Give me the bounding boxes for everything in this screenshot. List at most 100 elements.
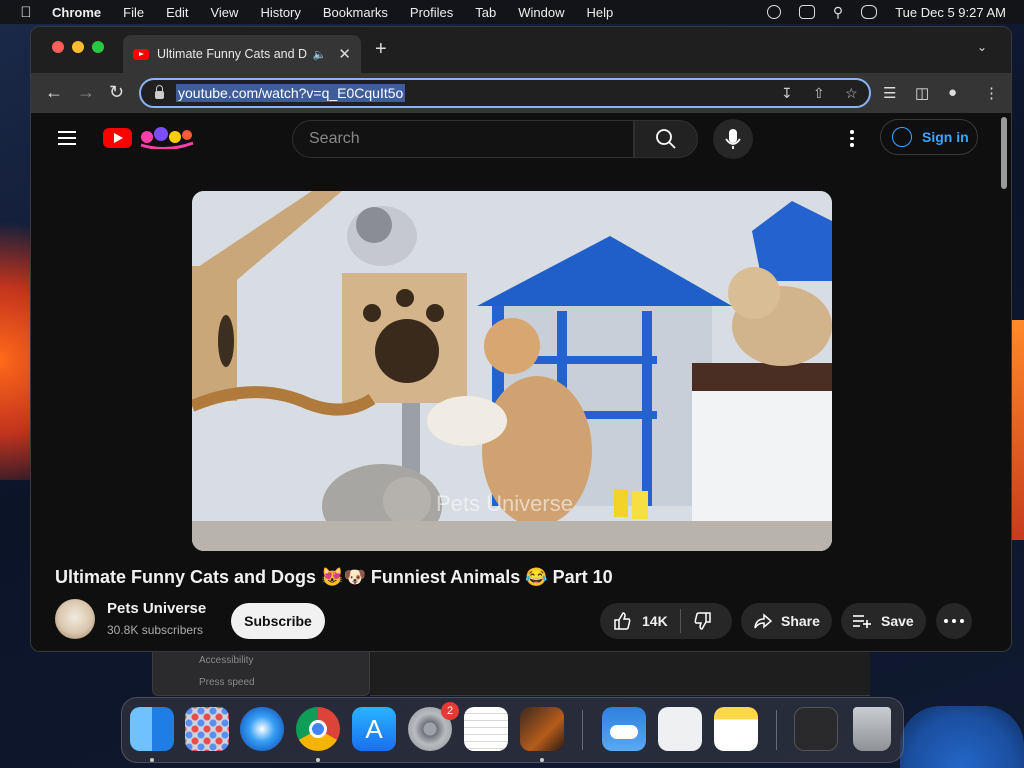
- media-controls-icon[interactable]: ☰: [883, 84, 896, 102]
- media-play-icon[interactable]: [766, 5, 781, 19]
- menu-app-name[interactable]: Chrome: [52, 5, 112, 20]
- settings-more-icon[interactable]: [850, 130, 854, 150]
- menu-view[interactable]: View: [199, 5, 249, 20]
- microphone-icon: [725, 129, 741, 149]
- menu-bar:  Chrome File Edit View History Bookmark…: [0, 0, 1024, 24]
- video-title: Ultimate Funny Cats and Dogs 😻🐶 Funniest…: [55, 567, 613, 587]
- notification-badge: 2: [441, 702, 459, 720]
- video-watermark: Pets Universe: [436, 491, 573, 516]
- running-indicator: [316, 758, 320, 762]
- spotlight-search-icon[interactable]: ⚲: [833, 4, 843, 21]
- dock-separator: [776, 710, 777, 750]
- forward-icon[interactable]: →: [77, 82, 95, 103]
- save-playlist-icon: [853, 615, 871, 628]
- browser-toolbar: ← → ↻ youtube.com/watch?v=q_E0CquIt5o ↧ …: [31, 73, 1011, 113]
- menu-bookmarks[interactable]: Bookmarks: [312, 5, 399, 20]
- install-app-icon[interactable]: ↧: [781, 85, 793, 102]
- notes-icon[interactable]: [714, 707, 758, 751]
- close-tab-icon[interactable]: ✕: [338, 45, 351, 63]
- channel-avatar[interactable]: [55, 599, 95, 639]
- browser-tab[interactable]: Ultimate Funny Cats and Dogs 🔈 ✕: [123, 35, 361, 73]
- minimize-window-button[interactable]: [72, 41, 84, 53]
- search-button[interactable]: [634, 120, 698, 158]
- url-text[interactable]: youtube.com/watch?v=q_E0CquIt5o: [176, 84, 406, 102]
- system-information-icon[interactable]: [658, 707, 702, 751]
- sign-in-button[interactable]: Sign in: [880, 119, 978, 155]
- youtube-favicon-icon: [133, 48, 149, 60]
- more-actions-button[interactable]: [936, 603, 972, 639]
- menu-profiles[interactable]: Profiles: [399, 5, 464, 20]
- address-bar[interactable]: youtube.com/watch?v=q_E0CquIt5o ↧ ⇧ ☆: [139, 78, 871, 108]
- new-tab-icon[interactable]: +: [375, 38, 387, 61]
- guide-menu-icon[interactable]: [58, 131, 76, 149]
- tab-strip: Ultimate Funny Cats and Dogs 🔈 ✕ + ⌄: [31, 27, 1011, 73]
- subscribe-button[interactable]: Subscribe: [231, 603, 325, 639]
- lock-icon[interactable]: [155, 85, 164, 99]
- reload-icon[interactable]: ↻: [109, 82, 124, 103]
- sign-in-label: Sign in: [922, 129, 969, 145]
- tab-search-chevron-icon[interactable]: ⌄: [977, 40, 987, 54]
- window-switcher-icon[interactable]: [798, 5, 815, 19]
- menu-file[interactable]: File: [112, 5, 155, 20]
- menu-edit[interactable]: Edit: [155, 5, 199, 20]
- like-dislike-group: 14K: [600, 603, 732, 639]
- search-box: [292, 120, 634, 158]
- search-icon: [656, 129, 676, 149]
- chrome-window: Ultimate Funny Cats and Dogs 🔈 ✕ + ⌄ ← →…: [30, 26, 1012, 652]
- menu-window[interactable]: Window: [507, 5, 575, 20]
- screenshot-icon[interactable]: [794, 707, 838, 751]
- youtube-page: Sign in: [31, 113, 1011, 651]
- save-button[interactable]: Save: [841, 603, 926, 639]
- bookmark-star-icon[interactable]: ☆: [845, 85, 858, 102]
- video-player[interactable]: Pets Universe: [192, 191, 832, 551]
- user-icon: [892, 127, 912, 147]
- share-button[interactable]: Share: [741, 603, 832, 639]
- finder-icon[interactable]: [130, 707, 174, 751]
- subscriber-count: 30.8K subscribers: [107, 623, 204, 637]
- dislike-button[interactable]: [693, 611, 713, 634]
- back-icon[interactable]: ←: [45, 82, 63, 103]
- more-horizontal-icon: [944, 619, 964, 626]
- garageband-icon[interactable]: [520, 707, 564, 751]
- like-count: 14K: [642, 613, 668, 629]
- tab-title: Ultimate Funny Cats and Dogs: [157, 47, 307, 61]
- chrome-icon[interactable]: [296, 707, 340, 751]
- youtube-logo[interactable]: [103, 128, 132, 148]
- control-center-icon[interactable]: [861, 5, 878, 19]
- background-text: Press speed: [199, 677, 255, 688]
- weather-icon[interactable]: [602, 707, 646, 751]
- voice-search-button[interactable]: [713, 119, 753, 159]
- youtube-doodle-icon[interactable]: [137, 125, 195, 149]
- thumbs-up-icon: [614, 612, 631, 630]
- trash-icon[interactable]: [853, 707, 891, 751]
- app-store-icon[interactable]: A: [352, 707, 396, 751]
- like-button[interactable]: 14K: [600, 611, 668, 631]
- side-panel-icon[interactable]: ◫: [915, 84, 929, 102]
- running-indicator: [150, 758, 154, 762]
- search-input[interactable]: [293, 121, 633, 157]
- menu-history[interactable]: History: [249, 5, 311, 20]
- page-scrollbar[interactable]: [1001, 117, 1007, 189]
- textedit-icon[interactable]: [464, 707, 508, 751]
- background-window: [370, 650, 870, 696]
- menu-clock[interactable]: Tue Dec 5 9:27 AM: [895, 5, 1006, 20]
- dock-separator: [582, 710, 583, 750]
- save-label: Save: [881, 613, 914, 629]
- like-separator: [680, 609, 681, 633]
- background-card: [900, 706, 1024, 768]
- channel-name[interactable]: Pets Universe: [107, 600, 206, 617]
- zoom-window-button[interactable]: [92, 41, 104, 53]
- safari-icon[interactable]: [240, 707, 284, 751]
- launchpad-icon[interactable]: [185, 707, 229, 751]
- share-label: Share: [781, 613, 820, 629]
- chrome-menu-icon[interactable]: ⋮: [984, 84, 999, 102]
- close-window-button[interactable]: [52, 41, 64, 53]
- speaker-icon[interactable]: 🔈: [313, 48, 327, 61]
- dock: A 2: [121, 697, 904, 763]
- menu-tab[interactable]: Tab: [464, 5, 507, 20]
- menu-help[interactable]: Help: [576, 5, 625, 20]
- share-icon: [754, 613, 773, 629]
- profile-icon[interactable]: ●: [948, 84, 957, 101]
- share-page-icon[interactable]: ⇧: [813, 85, 825, 102]
- apple-icon[interactable]: : [0, 4, 52, 21]
